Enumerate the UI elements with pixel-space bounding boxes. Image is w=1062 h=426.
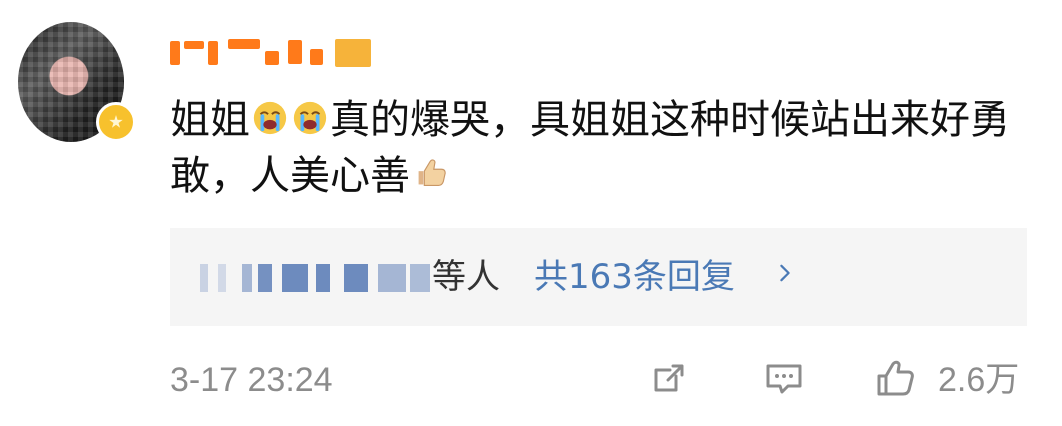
comment-time: 3-17 23:24 <box>170 361 333 399</box>
reply-count-link[interactable]: 共163条回复 <box>534 253 735 301</box>
crying-face-icon <box>293 101 327 135</box>
reply-box[interactable]: 等人 共163条回复 <box>170 228 1027 326</box>
comment-icon <box>766 364 802 394</box>
share-icon <box>654 364 684 392</box>
share-button[interactable] <box>648 358 690 400</box>
reply-suffix: 等人 <box>432 257 500 297</box>
comment-text: 姐姐 真的爆哭，具姐姐这种时候站出来好勇敢，人美心善 <box>170 92 1040 204</box>
like-icon <box>877 360 914 396</box>
reply-button[interactable] <box>762 358 806 400</box>
chevron-right-icon[interactable] <box>776 264 794 282</box>
verified-badge <box>96 102 136 142</box>
crying-face-icon <box>253 101 287 135</box>
username-obscured <box>170 35 385 69</box>
like-count: 2.6万 <box>938 361 1020 399</box>
comment-text-part1: 姐姐 <box>170 97 250 143</box>
thumbs-up-emoji-icon <box>418 159 446 186</box>
like-button[interactable] <box>870 358 918 400</box>
